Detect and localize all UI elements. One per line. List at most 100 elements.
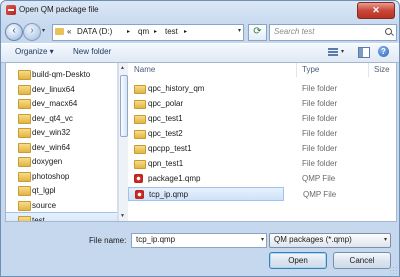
file-type: File folder xyxy=(302,84,338,93)
file-name: qpc_test2 xyxy=(148,129,183,138)
column-header-size[interactable]: Size xyxy=(374,65,390,74)
tree-item-label: doxygen xyxy=(32,157,63,166)
folder-icon xyxy=(18,186,31,196)
file-type: File folder xyxy=(302,159,338,168)
folder-icon xyxy=(18,200,31,211)
close-button[interactable]: ✕ xyxy=(357,2,395,19)
file-row[interactable]: qpc_test2 File folder xyxy=(128,127,396,141)
scroll-up-icon[interactable]: ▲ xyxy=(120,65,125,71)
file-name-field[interactable]: tcp_ip.qmp ▾ xyxy=(131,233,267,248)
folder-icon xyxy=(18,84,31,95)
breadcrumb-drive[interactable]: DATA (D:) xyxy=(77,27,112,36)
search-input[interactable]: Search test xyxy=(269,24,397,41)
file-name: package1.qmp xyxy=(148,174,201,183)
file-row[interactable]: qpc_polar File folder xyxy=(128,97,396,111)
folder-icon xyxy=(18,142,31,153)
organize-button[interactable]: Organize ▾ xyxy=(15,47,54,56)
breadcrumb-separator[interactable]: ▸ xyxy=(154,28,157,35)
file-name-value[interactable]: tcp_ip.qmp xyxy=(136,235,175,244)
tree-item-label: dev_linux64 xyxy=(32,84,75,94)
file-type-select[interactable]: QM packages (*.qmp) ▾ xyxy=(269,233,391,248)
file-name: qpcpp_test1 xyxy=(148,144,192,153)
address-bar[interactable]: « DATA (D:) ▸ qm ▸ test ▸ ▾ xyxy=(52,24,244,41)
browser-content: build-qm-Deskto dev_linux64 dev_macx64 dev_… xyxy=(5,62,397,222)
column-header-type[interactable]: Type xyxy=(302,65,319,74)
file-list: ⌃ Name Type Size qpc_history_qm File fold… xyxy=(128,63,396,221)
search-placeholder: Search test xyxy=(274,27,315,36)
file-type: QMP File xyxy=(303,190,337,199)
breadcrumb-separator[interactable]: ▸ xyxy=(184,28,187,35)
command-toolbar: Organize ▾ New folder ▾ ? xyxy=(1,43,399,63)
folder-icon xyxy=(18,171,31,182)
folder-icon xyxy=(55,28,64,35)
open-button[interactable]: Open xyxy=(269,252,327,269)
folder-icon xyxy=(134,160,146,169)
navigation-tree[interactable]: build-qm-Deskto dev_linux64 dev_macx64 dev_… xyxy=(6,63,118,221)
folder-icon xyxy=(134,115,146,124)
folder-icon xyxy=(18,99,31,109)
file-type: File folder xyxy=(302,129,338,138)
view-dropdown-icon[interactable]: ▾ xyxy=(341,48,344,55)
tree-item-label: build-qm-Deskto xyxy=(32,70,91,79)
title-bar: Open QM package file ✕ xyxy=(1,1,399,21)
file-name: qpn_test1 xyxy=(148,159,184,168)
preview-pane-icon[interactable] xyxy=(358,47,370,58)
file-name: qpc_test1 xyxy=(148,114,183,123)
folder-icon xyxy=(134,85,146,94)
dialog-footer: File name: tcp_ip.qmp ▾ QM packages (*.q… xyxy=(1,220,399,276)
folder-icon xyxy=(18,70,31,80)
refresh-icon[interactable]: ⟳ xyxy=(248,24,267,41)
qm-file-icon xyxy=(134,174,143,183)
breadcrumb-qm[interactable]: qm xyxy=(138,27,149,36)
folder-icon xyxy=(134,145,146,154)
file-row[interactable]: qpc_test1 File folder xyxy=(128,112,396,126)
file-row[interactable]: qpn_test1 File folder xyxy=(128,157,396,171)
cancel-button[interactable]: Cancel xyxy=(333,252,391,269)
forward-arrow-icon[interactable] xyxy=(23,23,41,41)
address-dropdown-icon[interactable]: ▾ xyxy=(238,27,241,34)
column-divider[interactable] xyxy=(296,63,297,77)
search-icon xyxy=(385,28,392,35)
breadcrumb-separator[interactable]: ▸ xyxy=(127,28,130,35)
new-folder-button[interactable]: New folder xyxy=(73,47,111,56)
file-row[interactable]: package1.qmp QMP File xyxy=(128,172,396,186)
help-icon[interactable]: ? xyxy=(378,46,389,57)
file-type: QMP File xyxy=(302,174,336,183)
navigation-bar: ▾ « DATA (D:) ▸ qm ▸ test ▸ ▾ ⟳ Search t… xyxy=(1,21,399,43)
change-view-icon[interactable] xyxy=(328,47,340,57)
scrollbar-thumb[interactable] xyxy=(120,75,128,137)
tree-item-label: qt_lgpl xyxy=(32,186,56,195)
folder-icon xyxy=(134,100,146,109)
file-name-label: File name: xyxy=(89,236,127,245)
tree-item-label: dev_qt4_vc xyxy=(32,113,73,123)
breadcrumb-overflow[interactable]: « xyxy=(67,27,71,36)
tree-item-label: source xyxy=(32,200,57,210)
file-type: File folder xyxy=(302,114,338,123)
column-header-name[interactable]: Name xyxy=(134,65,155,74)
file-row[interactable]: qpcpp_test1 File folder xyxy=(128,142,396,156)
column-divider[interactable] xyxy=(368,63,369,77)
sort-indicator-icon: ⌃ xyxy=(218,63,224,67)
file-row[interactable]: qpc_history_qm File folder xyxy=(128,82,396,96)
resize-grip[interactable] xyxy=(389,266,397,274)
folder-icon xyxy=(18,128,31,138)
scroll-down-icon[interactable]: ▼ xyxy=(120,213,125,219)
tree-scrollbar[interactable]: ▲ ▼ xyxy=(118,63,128,221)
file-type-value: QM packages (*.qmp) xyxy=(274,235,352,244)
file-name: tcp_ip.qmp xyxy=(149,190,189,199)
folder-icon xyxy=(18,157,31,167)
breadcrumb-test[interactable]: test xyxy=(165,27,178,36)
file-name: qpc_polar xyxy=(148,99,184,108)
file-row[interactable]: tcp_ip.qmp QMP File xyxy=(128,187,336,201)
back-arrow-icon[interactable] xyxy=(5,23,23,41)
tree-item-label: dev_win64 xyxy=(32,142,71,152)
tree-item-label: dev_macx64 xyxy=(32,99,78,108)
tree-item-label: dev_win32 xyxy=(32,128,71,137)
recent-locations-dropdown-icon[interactable]: ▾ xyxy=(42,27,45,34)
app-icon xyxy=(6,5,16,15)
file-name-dropdown-icon[interactable]: ▾ xyxy=(261,236,264,243)
tree-item-label: photoshop xyxy=(32,171,70,181)
chevron-down-icon[interactable]: ▾ xyxy=(384,236,387,243)
window-title: Open QM package file xyxy=(19,5,99,14)
qm-file-icon xyxy=(135,190,144,199)
